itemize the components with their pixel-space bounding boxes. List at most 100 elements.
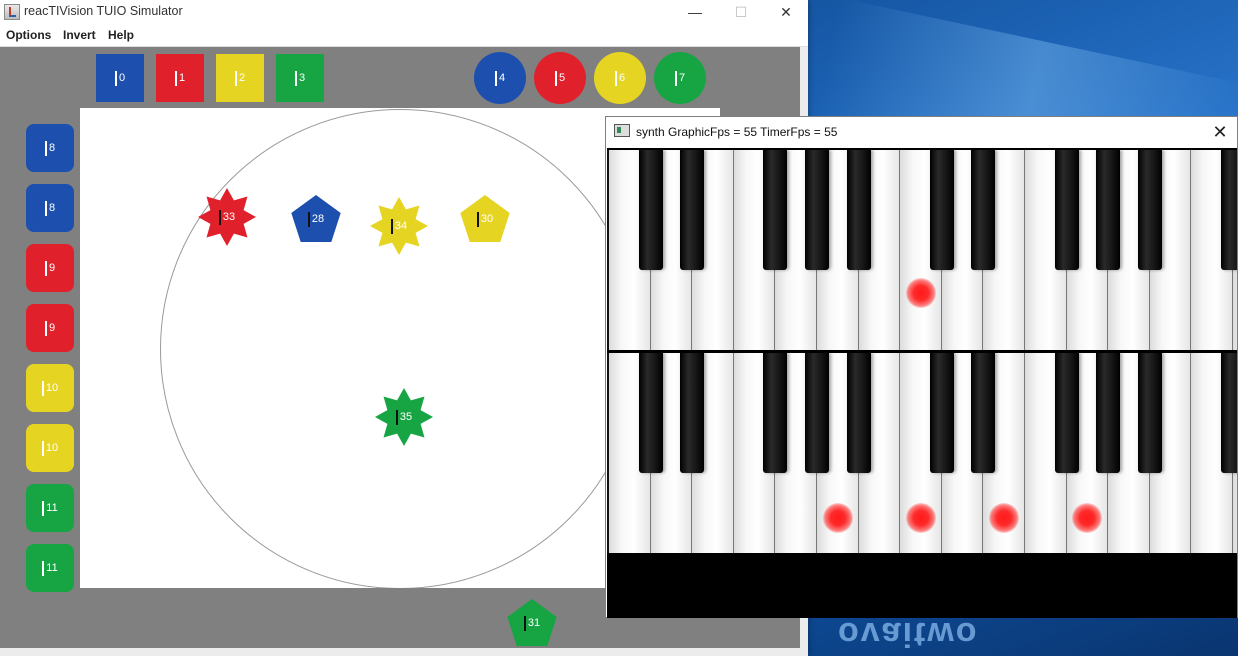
black-key[interactable]	[805, 353, 829, 473]
simulator-title: reacTIVision TUIO Simulator	[24, 4, 183, 18]
tuio-object-square-0[interactable]: 0	[96, 54, 144, 102]
tuio-object-pentagon-30[interactable]: 30	[459, 194, 511, 244]
tuio-object-id-label: 33	[198, 188, 256, 246]
tuio-object-round-6[interactable]: 6	[594, 52, 646, 104]
tuio-object-id-label: 1	[156, 54, 204, 102]
tuio-object-id: 8	[48, 142, 56, 154]
tuio-object-pentagon-28[interactable]: 28	[290, 194, 342, 244]
tuio-object-id: 6	[618, 72, 626, 84]
tuio-object-id: 5	[558, 72, 566, 84]
tuio-object-star-35[interactable]: 35	[375, 388, 433, 446]
tuio-object-square-2[interactable]: 2	[216, 54, 264, 102]
tuio-object-id: 28	[311, 213, 325, 225]
synth-title: synth GraphicFps = 55 TimerFps = 55	[636, 125, 838, 139]
table-circle-boundary	[160, 109, 640, 588]
black-key[interactable]	[763, 353, 788, 473]
tuio-object-round-5[interactable]: 5	[534, 52, 586, 104]
black-key[interactable]	[971, 150, 996, 270]
orientation-marker	[395, 409, 398, 425]
orientation-marker	[476, 211, 479, 227]
synth-window: synth GraphicFps = 55 TimerFps = 55 ✕	[605, 116, 1238, 618]
tuio-object-star-33[interactable]: 33	[198, 188, 256, 246]
java-app-icon	[4, 4, 20, 20]
black-key[interactable]	[1096, 150, 1121, 270]
tuio-object-rounded-square-10[interactable]: 10	[26, 364, 74, 412]
tuio-object-id: 33	[222, 211, 236, 223]
black-key[interactable]	[763, 150, 788, 270]
synth-app-icon	[614, 124, 630, 137]
tuio-object-id-label: 4	[474, 52, 526, 104]
tuio-object-round-4[interactable]: 4	[474, 52, 526, 104]
piano-row[interactable]	[607, 150, 1237, 350]
black-key[interactable]	[1096, 353, 1121, 473]
tuio-object-id: 31	[527, 617, 541, 629]
black-key[interactable]	[638, 353, 663, 473]
black-key[interactable]	[1137, 353, 1162, 473]
black-key[interactable]	[971, 353, 996, 473]
active-note-indicator	[906, 503, 936, 533]
black-key[interactable]	[1054, 150, 1079, 270]
black-key[interactable]	[1221, 353, 1237, 473]
simulator-menubar: Options Invert Help	[0, 24, 808, 47]
piano-row[interactable]	[607, 353, 1237, 553]
tuio-object-pentagon-31[interactable]: 31	[506, 598, 558, 648]
black-key[interactable]	[1137, 150, 1162, 270]
tuio-object-rounded-square-9[interactable]: 9	[26, 304, 74, 352]
tuio-object-id-label: 7	[654, 52, 706, 104]
tuio-object-square-3[interactable]: 3	[276, 54, 324, 102]
black-key[interactable]	[1054, 353, 1079, 473]
tuio-object-id: 8	[48, 202, 56, 214]
menu-help[interactable]: Help	[108, 28, 134, 42]
orientation-marker	[114, 70, 117, 86]
orientation-marker	[44, 320, 47, 336]
minimize-button[interactable]: —	[672, 0, 718, 24]
piano-keyboard[interactable]	[607, 148, 1237, 618]
simulator-titlebar[interactable]: reacTIVision TUIO Simulator — ☐ ✕	[0, 0, 808, 24]
tuio-object-rounded-square-11[interactable]: 11	[26, 484, 74, 532]
tuio-object-id-label: 0	[96, 54, 144, 102]
black-key[interactable]	[929, 150, 954, 270]
close-button[interactable]: ✕	[763, 0, 809, 24]
tuio-object-id-label: 8	[26, 184, 74, 232]
synth-titlebar[interactable]: synth GraphicFps = 55 TimerFps = 55 ✕	[606, 117, 1237, 147]
black-key[interactable]	[929, 353, 954, 473]
tuio-object-rounded-square-8[interactable]: 8	[26, 124, 74, 172]
tuio-object-star-34[interactable]: 34	[370, 197, 428, 255]
tuio-object-rounded-square-8[interactable]: 8	[26, 184, 74, 232]
orientation-marker	[44, 200, 47, 216]
orientation-marker	[218, 209, 221, 225]
black-key[interactable]	[805, 150, 829, 270]
orientation-marker	[307, 211, 310, 227]
black-key[interactable]	[846, 353, 871, 473]
menu-options[interactable]: Options	[6, 28, 51, 42]
black-key[interactable]	[846, 150, 871, 270]
orientation-marker	[41, 440, 44, 456]
tuio-object-rounded-square-9[interactable]: 9	[26, 244, 74, 292]
tuio-object-id: 2	[238, 72, 246, 84]
black-key[interactable]	[638, 150, 663, 270]
orientation-marker	[41, 380, 44, 396]
orientation-marker	[390, 218, 393, 234]
menu-invert[interactable]: Invert	[63, 28, 96, 42]
tuio-object-rounded-square-11[interactable]: 11	[26, 544, 74, 592]
tuio-object-id-label: 9	[26, 304, 74, 352]
black-key[interactable]	[680, 150, 705, 270]
tuio-object-id-label: 2	[216, 54, 264, 102]
orientation-marker	[554, 70, 557, 86]
orientation-marker	[523, 615, 526, 631]
tuio-object-round-7[interactable]: 7	[654, 52, 706, 104]
tuio-object-rounded-square-10[interactable]: 10	[26, 424, 74, 472]
synth-close-button[interactable]: ✕	[1204, 119, 1236, 145]
tuio-object-id-label: 11	[26, 484, 74, 532]
tuio-object-square-1[interactable]: 1	[156, 54, 204, 102]
tuio-object-id: 4	[498, 72, 506, 84]
orientation-marker	[42, 560, 45, 576]
horizontal-scrollbar[interactable]	[0, 648, 800, 656]
black-key[interactable]	[680, 353, 705, 473]
black-key[interactable]	[1221, 150, 1237, 270]
tuio-object-id: 30	[480, 213, 494, 225]
tuio-object-id: 10	[45, 382, 59, 394]
tuio-object-id-label: 31	[506, 598, 558, 648]
maximize-button[interactable]: ☐	[718, 0, 764, 24]
orientation-marker	[44, 140, 47, 156]
